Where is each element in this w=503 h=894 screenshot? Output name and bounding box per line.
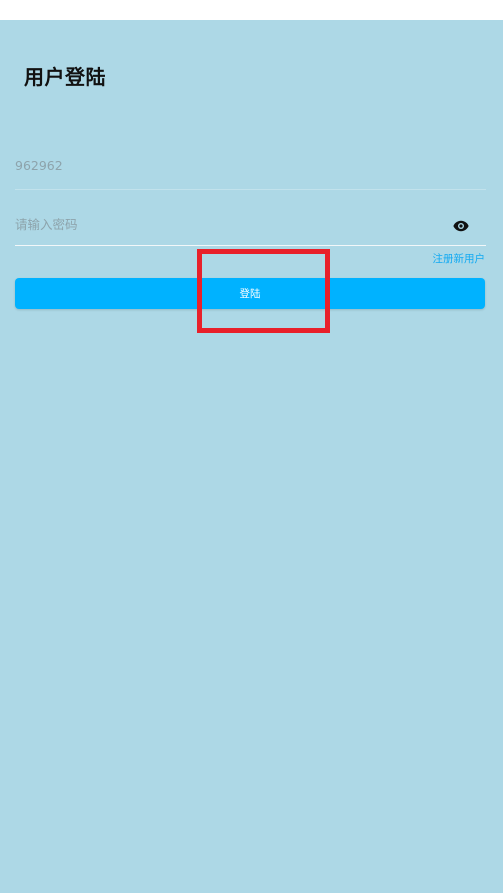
password-field[interactable]: 请输入密码 (15, 202, 486, 246)
eye-icon[interactable] (453, 217, 469, 232)
login-screen: 用户登陆 962962 请输入密码 注册新用户 登陆 (0, 20, 503, 893)
username-field[interactable]: 962962 (15, 146, 486, 190)
page-title: 用户登陆 (24, 65, 106, 89)
password-placeholder: 请输入密码 (15, 217, 78, 232)
status-bar (0, 0, 503, 20)
username-value: 962962 (15, 158, 63, 173)
register-link[interactable]: 注册新用户 (433, 251, 486, 266)
login-button[interactable]: 登陆 (15, 278, 485, 309)
eye-icon-graphic (453, 220, 469, 232)
